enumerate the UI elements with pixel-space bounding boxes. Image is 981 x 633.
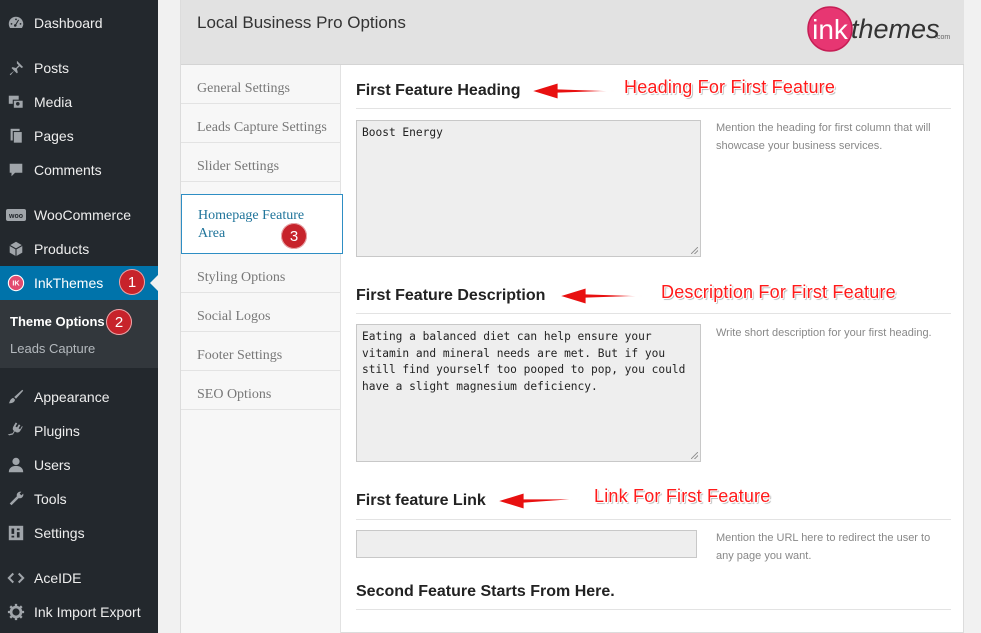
brush-icon [6, 387, 26, 407]
sidebar-item-pages[interactable]: Pages [0, 119, 158, 153]
sidebar-item-tools[interactable]: Tools [0, 482, 158, 516]
plugin-icon [6, 421, 26, 441]
annotation-description: Description For First Feature [661, 282, 896, 302]
sidebar-item-label: Tools [34, 491, 67, 507]
logo-secondary-text: themes [851, 14, 940, 44]
sidebar-item-label: Pages [34, 128, 74, 144]
heading-help-text: Mention the heading for first column tha… [716, 122, 931, 152]
admin-sidebar: Dashboard Posts Media Pages Comments woo… [0, 0, 158, 633]
step-badge-2: 2 [106, 309, 132, 335]
tab-general-settings[interactable]: General Settings [181, 65, 341, 104]
sidebar-item-aceide[interactable]: AceIDE [0, 561, 158, 595]
step-badge-1: 1 [119, 269, 145, 295]
tab-styling-options[interactable]: Styling Options [181, 254, 341, 293]
sidebar-item-dashboard[interactable]: Dashboard [0, 6, 158, 40]
media-icon [6, 92, 26, 112]
woo-icon: woo [6, 205, 26, 225]
field-description-label: First Feature Description [356, 287, 546, 304]
panel-header: Local Business Pro Options ink themes .c… [181, 0, 964, 65]
sidebar-item-products[interactable]: Products [0, 232, 158, 266]
tab-social-logos[interactable]: Social Logos [181, 293, 341, 332]
annotation-arrow-description [558, 287, 643, 305]
feature-description-textarea[interactable]: Eating a balanced diet can help ensure y… [356, 324, 701, 462]
settings-icon [6, 523, 26, 543]
archive-icon [6, 239, 26, 259]
pages-icon [6, 126, 26, 146]
sidebar-item-posts[interactable]: Posts [0, 51, 158, 85]
sidebar-item-label: Appearance [34, 389, 110, 405]
sidebar-item-plugins[interactable]: Plugins [0, 414, 158, 448]
sidebar-item-ink-import-export[interactable]: Ink Import Export [0, 595, 158, 629]
code-icon [6, 568, 26, 588]
sidebar-item-label: AceIDE [34, 570, 82, 586]
tab-leads-capture-settings[interactable]: Leads Capture Settings [181, 104, 341, 143]
svg-text:woo: woo [8, 213, 23, 220]
sidebar-item-label: Dashboard [34, 15, 103, 31]
sidebar-item-woocommerce[interactable]: woo WooCommerce [0, 198, 158, 232]
sidebar-item-label: Media [34, 94, 73, 110]
tab-homepage-feature-area[interactable]: Homepage Feature Area [181, 194, 343, 254]
description-help-text: Write short description for your first h… [716, 327, 932, 339]
annotation-arrow-link [496, 492, 581, 510]
sidebar-item-label: Plugins [34, 423, 80, 439]
field-link-label: First feature Link [356, 492, 486, 509]
feature-heading-textarea[interactable]: Boost Energy [356, 120, 701, 257]
svg-text:IK: IK [12, 279, 20, 288]
sidebar-item-label: Comments [34, 162, 102, 178]
sidebar-item-media[interactable]: Media [0, 85, 158, 119]
wrench-icon [6, 489, 26, 509]
link-help-text: Mention the URL here to redirect the use… [716, 532, 931, 562]
divider [356, 313, 951, 314]
sidebar-item-appearance[interactable]: Appearance [0, 380, 158, 414]
step-badge-3: 3 [281, 223, 307, 249]
feature-link-input[interactable] [356, 530, 697, 558]
divider [356, 519, 951, 520]
sidebar-item-label: Posts [34, 60, 70, 76]
divider [356, 609, 951, 610]
tab-slider-settings[interactable]: Slider Settings [181, 143, 341, 182]
comment-icon [6, 160, 26, 180]
pin-icon [6, 58, 26, 78]
page-title: Local Business Pro Options [197, 13, 406, 32]
sidebar-item-label: Settings [34, 525, 85, 541]
options-content: First Feature Heading Boost Energy Menti… [342, 65, 964, 633]
sidebar-item-label: Users [34, 457, 71, 473]
sidebar-item-label: WooCommerce [34, 207, 131, 223]
gear-icon [6, 602, 26, 622]
field-heading-label: First Feature Heading [356, 82, 521, 99]
annotation-heading: Heading For First Feature [624, 77, 836, 97]
logo-suffix-text: .com [935, 34, 950, 41]
sidebar-item-label: InkThemes [34, 275, 104, 291]
sidebar-item-comments[interactable]: Comments [0, 153, 158, 187]
options-tabs: General Settings Leads Capture Settings … [181, 65, 343, 633]
dashboard-icon [6, 13, 26, 33]
inkthemes-icon: IK [6, 273, 26, 293]
inkthemes-logo: ink themes .com [804, 6, 954, 52]
tab-seo-options[interactable]: SEO Options [181, 371, 341, 410]
submenu-item-leads-capture[interactable]: Leads Capture [10, 341, 95, 356]
sidebar-item-label: Products [34, 241, 90, 257]
logo-main-text: ink [812, 14, 849, 45]
sidebar-item-label: Ink Import Export [34, 604, 141, 620]
sidebar-item-settings[interactable]: Settings [0, 516, 158, 550]
annotation-link: Link For First Feature [594, 486, 771, 506]
user-icon [6, 455, 26, 475]
annotation-arrow-heading [530, 82, 615, 100]
divider [356, 108, 951, 109]
second-feature-heading: Second Feature Starts From Here. [356, 583, 615, 600]
submenu [0, 300, 158, 368]
sidebar-item-users[interactable]: Users [0, 448, 158, 482]
tab-footer-settings[interactable]: Footer Settings [181, 332, 341, 371]
submenu-item-theme-options[interactable]: Theme Options [10, 314, 105, 329]
